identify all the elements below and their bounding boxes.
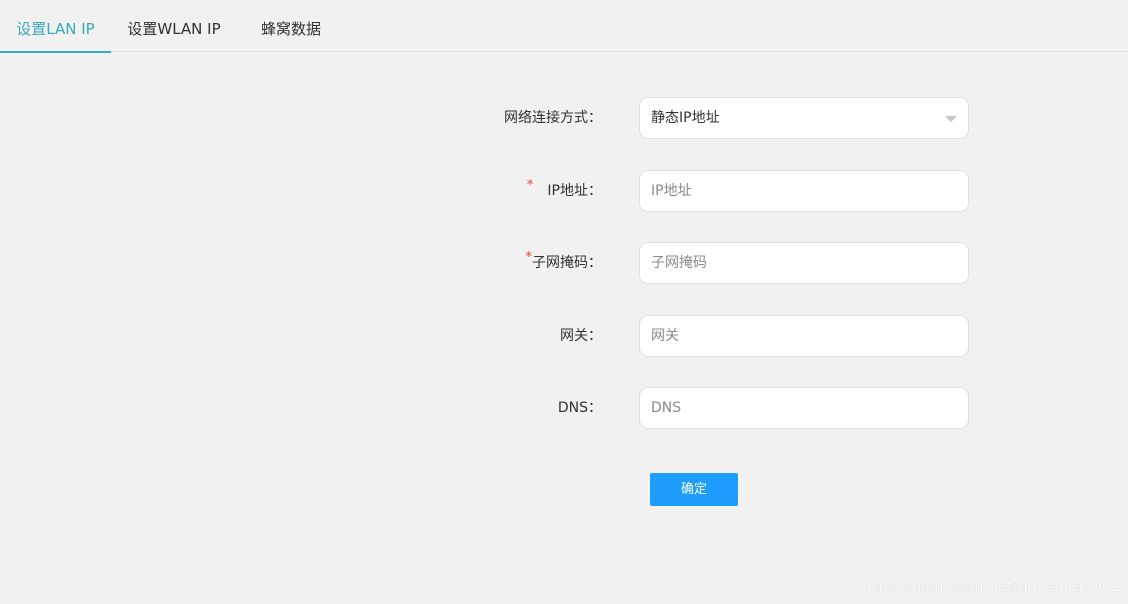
ip-label: * IP地址：	[526, 178, 602, 199]
form-row-mask: *子网掩码：	[0, 242, 1128, 284]
form-row-connection-mode: 网络连接方式： 静态IP地址	[0, 97, 1128, 139]
required-mark: *	[525, 250, 533, 265]
gateway-label: 网关：	[560, 328, 602, 344]
connection-mode-value: 静态IP地址	[651, 110, 720, 126]
required-mark: *	[526, 178, 534, 193]
mask-label: *子网掩码：	[525, 250, 603, 271]
watermark: https://blog.csdn.net/qq_20495901	[857, 577, 1121, 595]
dns-label: DNS：	[557, 400, 602, 416]
tab-set-wlan-ip[interactable]: 设置WLAN IP	[111, 0, 237, 52]
gateway-input[interactable]	[639, 315, 969, 357]
confirm-button[interactable]: 确定	[650, 473, 738, 506]
form-row-ip: * IP地址：	[0, 170, 1128, 212]
connection-mode-label: 网络连接方式：	[504, 110, 602, 126]
connection-mode-select[interactable]: 静态IP地址	[639, 97, 969, 139]
subnet-mask-input[interactable]	[639, 242, 969, 284]
form-row-dns: DNS：	[0, 387, 1128, 429]
tab-set-lan-ip[interactable]: 设置LAN IP	[0, 0, 111, 53]
tab-cellular-data[interactable]: 蜂窝数据	[237, 0, 345, 52]
ip-input[interactable]	[639, 170, 969, 212]
dns-input[interactable]	[639, 387, 969, 429]
tab-bar: 设置LAN IP 设置WLAN IP 蜂窝数据	[0, 0, 1128, 53]
caret-down-icon	[945, 116, 957, 122]
form-row-gateway: 网关：	[0, 315, 1128, 357]
